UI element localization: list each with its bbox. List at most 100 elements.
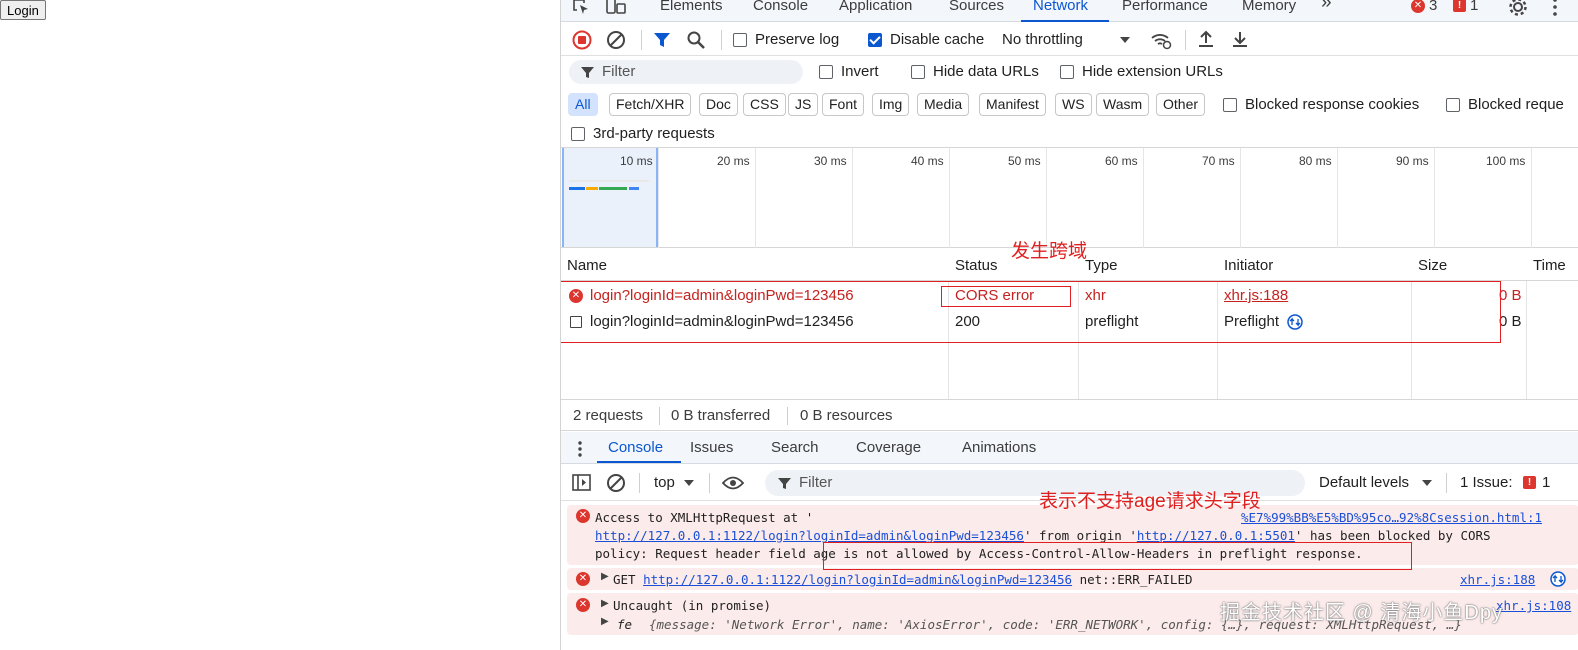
- column-name[interactable]: Name: [567, 257, 607, 274]
- device-toolbar-icon[interactable]: [605, 0, 627, 16]
- hide-extension-urls-label[interactable]: Hide extension URLs: [1082, 63, 1223, 80]
- network-conditions-icon[interactable]: [1149, 29, 1173, 51]
- message-source-link[interactable]: xhr.js:108: [1496, 598, 1571, 613]
- column-status[interactable]: Status: [955, 257, 998, 274]
- origin-url-link[interactable]: http://127.0.0.1:5501: [1137, 528, 1295, 543]
- network-panel-link-icon[interactable]: [1550, 571, 1566, 587]
- expand-arrow-icon[interactable]: ▶: [601, 598, 609, 609]
- message-source-link[interactable]: %E7%99%BB%E5%BD%95co…92%8Csession.html:1: [1241, 510, 1542, 525]
- preserve-log-checkbox[interactable]: [733, 33, 747, 47]
- network-overview[interactable]: 10 ms 20 ms 30 ms 40 ms 50 ms 60 ms 70 m…: [561, 148, 1578, 248]
- tick-label: 80 ms: [1299, 154, 1332, 168]
- tab-elements[interactable]: Elements: [660, 0, 723, 22]
- type-filter-other[interactable]: Other: [1156, 93, 1206, 116]
- third-party-checkbox[interactable]: [571, 127, 585, 141]
- message-text: Access to XMLHttpRequest at ': [595, 510, 814, 525]
- drawer-tab-issues[interactable]: Issues: [690, 439, 733, 456]
- column-initiator[interactable]: Initiator: [1224, 257, 1273, 274]
- devtools-tab-bar: Elements Console Application Sources Net…: [561, 0, 1578, 22]
- drawer-tab-animations[interactable]: Animations: [962, 439, 1036, 456]
- expand-arrow-icon[interactable]: ▶: [601, 571, 609, 582]
- log-levels-select[interactable]: Default levels: [1319, 474, 1409, 491]
- import-har-icon[interactable]: [1196, 29, 1216, 49]
- chevron-down-icon[interactable]: [1421, 479, 1433, 487]
- network-summary-bar: 2 requests 0 B transferred 0 B resources: [561, 399, 1578, 431]
- sidebar-toggle-icon[interactable]: [572, 474, 592, 492]
- type-filter-fetch-xhr[interactable]: Fetch/XHR: [609, 93, 692, 116]
- type-filter-img[interactable]: Img: [872, 93, 910, 116]
- invert-checkbox[interactable]: [819, 65, 833, 79]
- request-url-link[interactable]: http://127.0.0.1:1122/login?loginId=admi…: [643, 572, 1072, 587]
- column-size[interactable]: Size: [1418, 257, 1447, 274]
- search-icon[interactable]: [686, 30, 706, 50]
- request-url-link[interactable]: http://127.0.0.1:1122/login?loginId=admi…: [595, 528, 1024, 543]
- filter-icon: [581, 67, 594, 78]
- issues-counter-label[interactable]: 1 Issue:: [1460, 474, 1513, 491]
- type-filter-wasm[interactable]: Wasm: [1096, 93, 1150, 116]
- overview-bar: [569, 187, 585, 190]
- drawer-tab-coverage[interactable]: Coverage: [856, 439, 921, 456]
- hide-data-urls-label[interactable]: Hide data URLs: [933, 63, 1039, 80]
- hide-extension-urls-checkbox[interactable]: [1060, 65, 1074, 79]
- expand-arrow-icon[interactable]: ▶: [601, 616, 609, 627]
- blocked-requests-checkbox[interactable]: [1446, 98, 1460, 112]
- drawer-tab-console[interactable]: Console: [608, 439, 663, 456]
- settings-gear-icon[interactable]: [1508, 0, 1528, 17]
- disable-cache-label[interactable]: Disable cache: [890, 31, 984, 48]
- issue-flag-icon[interactable]: !: [1453, 0, 1466, 12]
- column-type[interactable]: Type: [1085, 257, 1118, 274]
- export-har-icon[interactable]: [1230, 29, 1250, 49]
- highlight-box-header-error: [823, 542, 1412, 570]
- more-tabs-icon[interactable]: »: [1321, 0, 1332, 19]
- tab-network[interactable]: Network: [1033, 0, 1088, 22]
- filter-input[interactable]: Filter: [569, 60, 803, 84]
- drawer-tab-search[interactable]: Search: [771, 439, 819, 456]
- login-button[interactable]: Login: [0, 0, 46, 20]
- type-filter-all[interactable]: All: [568, 93, 598, 116]
- type-filter-doc[interactable]: Doc: [699, 93, 738, 116]
- tab-console[interactable]: Console: [753, 0, 808, 22]
- hide-data-urls-checkbox[interactable]: [911, 65, 925, 79]
- blocked-cookies-checkbox[interactable]: [1223, 98, 1237, 112]
- issue-count[interactable]: 1: [1470, 0, 1478, 22]
- column-time[interactable]: Time: [1533, 257, 1566, 274]
- issues-counter[interactable]: 1: [1542, 474, 1550, 491]
- tab-performance[interactable]: Performance: [1122, 0, 1208, 22]
- filter-funnel-icon[interactable]: [653, 31, 671, 49]
- error-icon: ✕: [576, 509, 590, 523]
- type-filter-manifest[interactable]: Manifest: [979, 93, 1046, 116]
- chevron-down-icon[interactable]: [1119, 36, 1131, 44]
- blocked-requests-label[interactable]: Blocked reque: [1468, 96, 1564, 113]
- invert-label[interactable]: Invert: [841, 63, 879, 80]
- tab-memory[interactable]: Memory: [1242, 0, 1296, 22]
- resources-size: 0 B resources: [800, 407, 893, 424]
- message-source-link[interactable]: xhr.js:188: [1460, 572, 1535, 587]
- blocked-cookies-label[interactable]: Blocked response cookies: [1245, 96, 1419, 113]
- clear-console-icon[interactable]: [606, 473, 626, 493]
- disable-cache-checkbox[interactable]: [868, 33, 882, 47]
- live-expression-eye-icon[interactable]: [721, 474, 745, 492]
- error-count-icon[interactable]: ✕: [1411, 0, 1425, 13]
- throttling-select[interactable]: No throttling: [1002, 31, 1083, 48]
- tab-application[interactable]: Application: [839, 0, 912, 22]
- inspect-element-icon[interactable]: [571, 0, 591, 16]
- chevron-down-icon[interactable]: [683, 479, 695, 487]
- message-text: ' has been blocked by CORS: [1294, 528, 1491, 543]
- clear-icon[interactable]: [606, 30, 626, 50]
- more-options-icon[interactable]: [1551, 0, 1559, 17]
- stop-recording-icon[interactable]: [572, 30, 592, 50]
- type-filter-js[interactable]: JS: [788, 93, 819, 116]
- type-filter-font[interactable]: Font: [822, 93, 865, 116]
- type-filter-media[interactable]: Media: [917, 93, 970, 116]
- type-filter-css[interactable]: CSS: [743, 93, 786, 116]
- drawer-menu-icon[interactable]: [577, 440, 583, 458]
- type-filter-ws[interactable]: WS: [1055, 93, 1092, 116]
- issue-flag-icon[interactable]: !: [1523, 476, 1536, 489]
- tab-sources[interactable]: Sources: [949, 0, 1004, 22]
- error-count[interactable]: 3: [1429, 0, 1437, 22]
- preserve-log-label[interactable]: Preserve log: [755, 31, 839, 48]
- message-text: policy: Request header field: [595, 546, 814, 561]
- third-party-label[interactable]: 3rd-party requests: [593, 125, 715, 142]
- watermark-text: 掘金技术社区 @ 清海小鱼Dpy: [1220, 602, 1503, 624]
- context-selector[interactable]: top: [654, 474, 675, 491]
